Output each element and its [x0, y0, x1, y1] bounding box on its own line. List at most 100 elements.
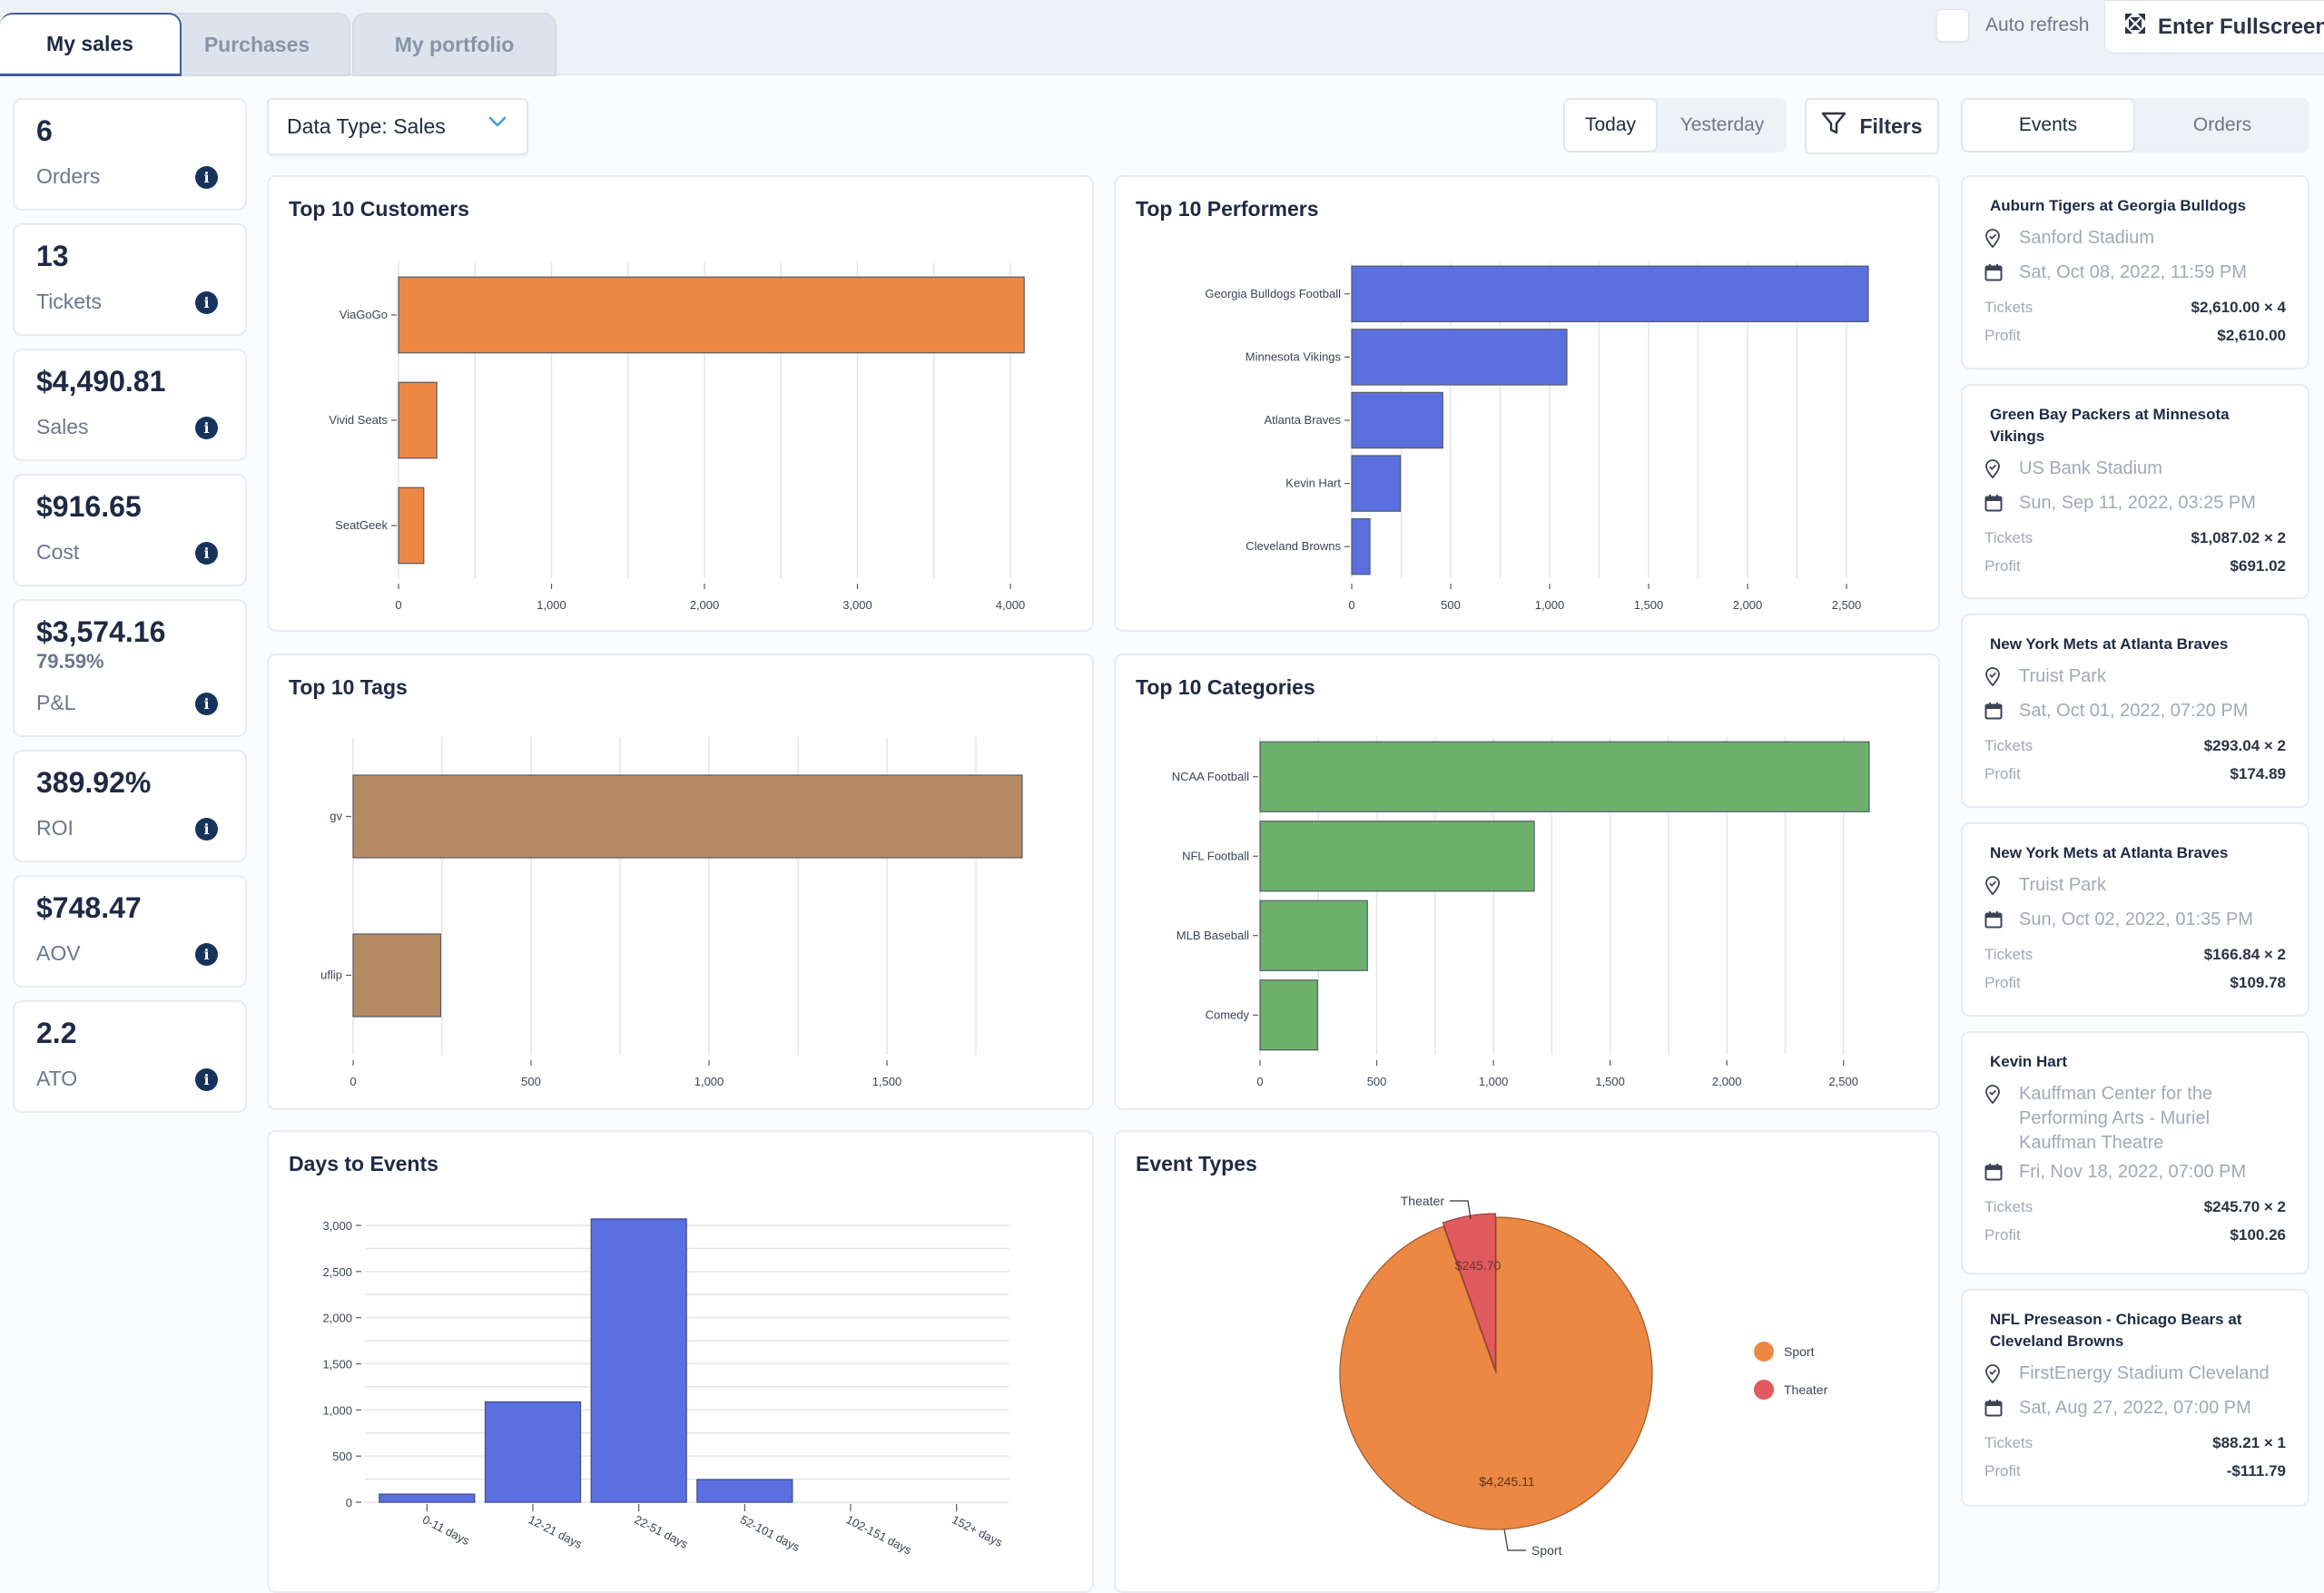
event-date: Sun, Sep 11, 2022, 03:25 PM — [2019, 493, 2256, 513]
event-title: New York Mets at Atlanta Braves — [1990, 635, 2229, 653]
event-card[interactable]: NFL Preseason - Chicago Bears at Clevela… — [1961, 1289, 2309, 1507]
profit-label: Profit — [1984, 1462, 2021, 1480]
event-venue: Truist Park — [2019, 875, 2106, 895]
bar — [398, 487, 425, 565]
info-icon[interactable]: i — [195, 818, 218, 841]
panel-option-events[interactable]: Events — [1961, 98, 2135, 152]
info-icon[interactable]: i — [195, 943, 218, 966]
x-tick-label: 0 — [1348, 598, 1354, 612]
x-tick-label: 500 — [521, 1075, 541, 1088]
profit-value: $100.26 — [2230, 1226, 2286, 1244]
legend-label: Theater — [1784, 1382, 1828, 1397]
profit-label: Profit — [1984, 765, 2021, 782]
fullscreen-icon — [2125, 14, 2145, 40]
stat-card-orders: 6 Orders i — [13, 98, 247, 211]
calendar-icon — [1984, 908, 2003, 936]
profit-value: $691.02 — [2230, 557, 2286, 575]
callout-label: Sport — [1531, 1543, 1562, 1558]
event-title: Auburn Tigers at Georgia Bulldogs — [1990, 197, 2247, 214]
y-tick-label: Vivid Seats — [329, 413, 388, 427]
location-pin-icon — [1984, 457, 2003, 487]
stat-card-cost: $916.65 Cost i — [13, 474, 247, 586]
event-card[interactable]: Green Bay Packers at Minnesota Vikings US… — [1961, 384, 2309, 599]
stat-card-ato: 2.2 ATO i — [13, 1000, 247, 1113]
filters-button[interactable]: Filters — [1805, 98, 1939, 154]
x-tick-label: 500 — [1441, 598, 1461, 612]
y-tick-label: Atlanta Braves — [1264, 413, 1341, 427]
info-icon[interactable]: i — [195, 542, 218, 565]
info-icon[interactable]: i — [195, 1068, 218, 1091]
bar — [1351, 391, 1443, 449]
event-card[interactable]: New York Mets at Atlanta Braves Truist Pa… — [1961, 822, 2309, 1017]
info-icon[interactable]: i — [195, 417, 218, 439]
info-icon[interactable]: i — [195, 166, 218, 189]
chart-top-customers: Top 10 Customers ViaGoGo Vivid Seats SeatG… — [267, 175, 1094, 632]
auto-refresh-toggle: Auto refresh — [1936, 9, 2089, 42]
bar — [1259, 979, 1318, 1051]
event-venue: Sanford Stadium — [2019, 228, 2154, 248]
info-icon[interactable]: i — [195, 291, 218, 314]
chart-top-performers: Top 10 Performers Georgia Bulldogs Footb… — [1114, 175, 1940, 632]
bar — [352, 933, 442, 1018]
stat-card-aov: $748.47 AOV i — [13, 875, 247, 988]
date-toggle: Today Yesterday — [1563, 98, 1787, 152]
x-tick-label: 2,000 — [690, 598, 720, 612]
callout-line — [1503, 1529, 1526, 1551]
tickets-label: Tickets — [1984, 1198, 2034, 1215]
bar — [1259, 821, 1535, 892]
x-tick-label: 1,000 — [537, 598, 566, 612]
data-type-label: Data Type: Sales — [287, 114, 446, 138]
event-card[interactable]: Kevin Hart Kauffman Center for the Perfor… — [1961, 1031, 2309, 1274]
y-tick-label: Comedy — [1206, 1008, 1250, 1021]
auto-refresh-label: Auto refresh — [1985, 15, 2090, 35]
date-option-yesterday[interactable]: Yesterday — [1658, 98, 1787, 152]
data-type-dropdown[interactable]: Data Type: Sales — [267, 98, 528, 155]
stat-label: Cost — [36, 540, 80, 564]
profit-value: $2,610.00 — [2217, 327, 2286, 344]
stat-value: 2.2 — [36, 1017, 77, 1049]
bar — [379, 1493, 476, 1503]
location-pin-icon — [1984, 1082, 2003, 1112]
info-icon[interactable]: i — [195, 693, 218, 715]
y-tick-label: uflip — [320, 969, 342, 982]
event-venue: Kauffman Center for the Performing Arts … — [2019, 1084, 2213, 1153]
chart-svg: $245.70 $4,245.11 Theater Sport Sport Theater — [1339, 1194, 1828, 1558]
filter-icon — [1821, 112, 1846, 141]
profit-label: Profit — [1984, 974, 2021, 991]
stat-value: $4,490.81 — [36, 365, 166, 398]
panel-option-orders[interactable]: Orders — [2135, 98, 2309, 152]
tab-my-portfolio[interactable]: My portfolio — [352, 13, 556, 76]
y-tick-label: Cleveland Browns — [1246, 539, 1341, 553]
event-date: Sat, Oct 08, 2022, 11:59 PM — [2019, 262, 2247, 282]
enter-fullscreen-button[interactable]: Enter Fullscreen — [2104, 0, 2324, 54]
y-tick-label: 2,500 — [322, 1265, 352, 1279]
auto-refresh-checkbox[interactable] — [1936, 9, 1969, 42]
x-tick-label: 2,000 — [1712, 1075, 1742, 1088]
bar — [352, 774, 1023, 859]
bar — [1351, 329, 1568, 386]
event-card[interactable]: Auburn Tigers at Georgia Bulldogs Sanford… — [1961, 175, 2309, 369]
x-tick-label: 1,500 — [1634, 598, 1664, 612]
y-tick-label: NCAA Football — [1172, 770, 1249, 783]
tab-my-sales[interactable]: My sales — [0, 13, 182, 76]
y-tick-label: 1,500 — [322, 1358, 352, 1372]
pie-value-label: $4,245.11 — [1479, 1474, 1534, 1489]
legend-swatch — [1754, 1342, 1774, 1362]
panel-toggle: Events Orders — [1961, 98, 2309, 152]
stat-label: AOV — [36, 941, 81, 965]
event-title: NFL Preseason - Chicago Bears at Clevela… — [1990, 1311, 2242, 1350]
tab-purchases[interactable]: Purchases — [163, 13, 350, 76]
stat-label: P&L — [36, 691, 76, 714]
y-tick-label: 3,000 — [322, 1219, 352, 1233]
stat-label: ATO — [36, 1067, 78, 1090]
bar — [1351, 517, 1371, 575]
stat-card-roi: 389.92% ROI i — [13, 750, 247, 862]
stat-card-p-l: $3,574.16 79.59% P&L i — [13, 599, 247, 737]
tickets-label: Tickets — [1984, 946, 2034, 963]
date-option-today[interactable]: Today — [1563, 98, 1658, 152]
stat-value: 13 — [36, 240, 69, 272]
profit-label: Profit — [1984, 327, 2021, 344]
event-card[interactable]: New York Mets at Atlanta Braves Truist Pa… — [1961, 614, 2309, 808]
callout-label: Theater — [1401, 1194, 1445, 1208]
event-date: Sat, Aug 27, 2022, 07:00 PM — [2019, 1398, 2251, 1418]
